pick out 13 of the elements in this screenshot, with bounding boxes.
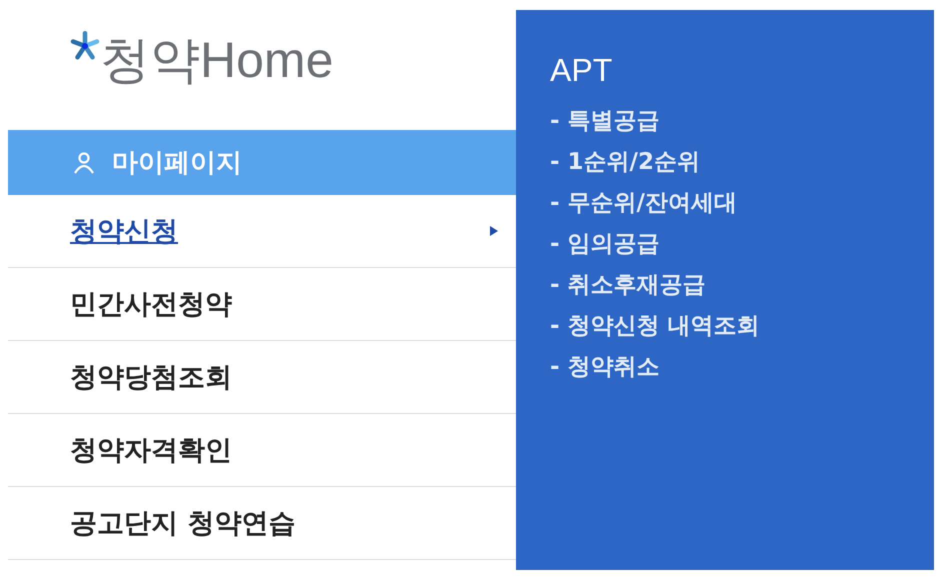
- submenu-heading: APT: [550, 52, 614, 89]
- person-icon: [72, 150, 96, 174]
- submenu-link[interactable]: - 임의공급: [550, 224, 660, 265]
- logo[interactable]: 청약Home: [100, 26, 334, 94]
- submenu-link[interactable]: - 취소후재공급: [550, 265, 706, 306]
- triangle-icon: [490, 226, 498, 236]
- submenu-link[interactable]: - 청약취소: [550, 347, 660, 388]
- submenu-link[interactable]: - 청약신청 내역조회: [550, 306, 760, 347]
- submenu-link[interactable]: - 1순위/2순위: [550, 142, 700, 183]
- submenu-link[interactable]: - 무순위/잔여세대: [550, 183, 737, 224]
- mypage-link[interactable]: 마이페이지: [8, 130, 516, 195]
- submenu-link[interactable]: - 특별공급: [550, 101, 660, 142]
- asterisk-icon: [70, 31, 100, 61]
